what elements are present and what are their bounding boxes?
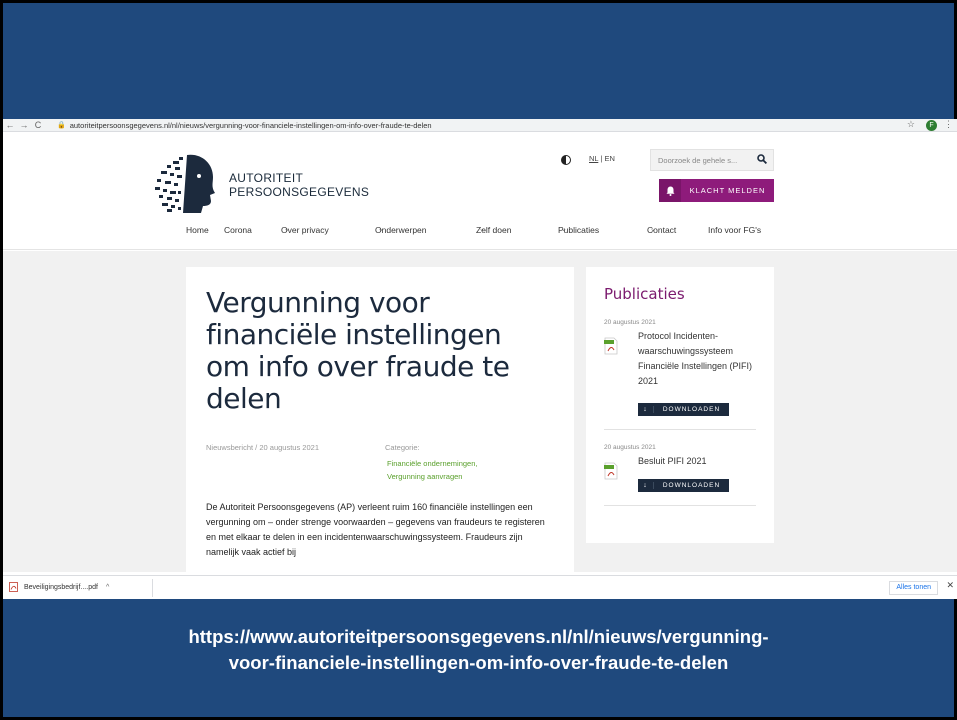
download-label: DOWNLOADEN	[662, 406, 721, 413]
caption-line-2: voor-financiele-instellingen-om-info-ove…	[228, 652, 729, 673]
publication-title[interactable]: Besluit PIFI 2021	[638, 454, 758, 469]
divider	[604, 429, 756, 430]
browser-menu-icon[interactable]: ⋮	[944, 119, 953, 130]
lock-icon[interactable]: 🔒	[57, 121, 66, 129]
category-link[interactable]: Financiële ondernemingen,	[387, 457, 477, 470]
logo-line-2: PERSOONSGEGEVENS	[229, 185, 370, 199]
bookmark-star-icon[interactable]: ☆	[907, 119, 915, 130]
url-caption: https://www.autoriteitpersoonsgegevens.n…	[110, 624, 847, 676]
pdf-icon	[604, 462, 618, 480]
lang-nl-link[interactable]: NL	[589, 154, 598, 163]
search-placeholder: Doorzoek de gehele s...	[658, 156, 738, 165]
chevron-down-icon: ⌄	[561, 226, 567, 233]
address-bar[interactable]: autoriteitpersoonsgegevens.nl/nl/nieuws/…	[70, 121, 432, 130]
nav-item-info-voor-fg[interactable]: Info voor FG's	[708, 225, 761, 235]
caption-line-1: https://www.autoriteitpersoonsgegevens.n…	[188, 626, 769, 647]
forward-icon[interactable]: →	[17, 120, 31, 130]
search-input[interactable]: Doorzoek de gehele s...	[650, 149, 774, 171]
pdf-file-icon	[9, 582, 18, 592]
close-icon[interactable]: ✕	[946, 580, 954, 591]
contrast-toggle-icon[interactable]	[561, 155, 571, 165]
bell-icon	[659, 179, 681, 202]
publication-date: 20 augustus 2021	[604, 444, 656, 451]
logo-face-icon[interactable]	[153, 151, 223, 215]
browser-window: ← → C 🔒 autoriteitpersoonsgegevens.nl/nl…	[3, 119, 957, 599]
publication-item: 20 augustus 2021 Protocol Incidenten-waa…	[604, 319, 756, 430]
article-title: Vergunning voor financiële instellingen …	[206, 286, 510, 415]
article-card: Vergunning voor financiële instellingen …	[186, 267, 574, 572]
report-button-label: KLACHT MELDEN	[689, 186, 766, 195]
nav-item-home[interactable]: Home	[186, 225, 209, 235]
download-button[interactable]: ↓ DOWNLOADEN	[638, 403, 729, 416]
downloaded-file-name: Beveiligingsbedrijf....pdf	[24, 583, 98, 591]
chevron-down-icon: ⌄	[378, 226, 384, 233]
logo-text[interactable]: AUTORITEIT PERSOONSGEGEVENS	[229, 171, 369, 199]
chevron-down-icon: ⌄	[284, 226, 290, 233]
report-complaint-button[interactable]: KLACHT MELDEN	[659, 179, 774, 202]
category-label: Categorie:	[385, 443, 420, 452]
download-arrow-icon: ↓	[638, 406, 654, 413]
search-icon[interactable]	[757, 154, 767, 164]
publication-item: 20 augustus 2021 Besluit PIFI 2021 ↓ DOW…	[604, 444, 756, 506]
language-switch: NL | EN	[589, 154, 615, 163]
article-body: De Autoriteit Persoonsgegevens (AP) verl…	[206, 502, 545, 557]
nav-item-corona[interactable]: Corona	[224, 225, 252, 235]
downloads-bar: Beveiligingsbedrijf....pdf ^ Alles tonen…	[3, 575, 957, 599]
logo-line-1: AUTORITEIT	[229, 171, 304, 185]
chevron-down-icon: ⌄	[650, 226, 656, 233]
publication-title[interactable]: Protocol Incidenten-waarschuwingssysteem…	[638, 329, 758, 389]
back-icon[interactable]: ←	[3, 120, 17, 130]
download-arrow-icon: ↓	[638, 482, 654, 489]
download-label: DOWNLOADEN	[662, 482, 721, 489]
divider	[152, 579, 153, 597]
article-meta: Nieuwsbericht / 20 augustus 2021	[206, 443, 319, 452]
chevron-up-icon[interactable]: ^	[106, 584, 109, 591]
main-navigation: Home Corona Over privacy ⌄ Onderwerpen ⌄ Z…	[3, 225, 957, 239]
site-header: AUTORITEIT PERSOONSGEGEVENS NL | EN Door…	[3, 133, 957, 250]
download-button[interactable]: ↓ DOWNLOADEN	[638, 479, 729, 492]
category-link[interactable]: Vergunning aanvragen	[387, 470, 477, 483]
lang-separator: |	[600, 154, 603, 163]
chevron-down-icon: ⌄	[479, 226, 485, 233]
pdf-icon	[604, 337, 618, 355]
browser-toolbar: ← → C 🔒 autoriteitpersoonsgegevens.nl/nl…	[3, 119, 957, 132]
sidebar-title: Publicaties	[604, 285, 685, 303]
show-all-button[interactable]: Alles tonen	[889, 581, 938, 595]
lang-en-link[interactable]: EN	[604, 154, 614, 163]
downloaded-file[interactable]: Beveiligingsbedrijf....pdf ^	[9, 582, 109, 592]
profile-avatar[interactable]: F	[926, 120, 937, 131]
reload-icon[interactable]: C	[31, 120, 45, 130]
publication-date: 20 augustus 2021	[604, 319, 656, 326]
category-links: Financiële ondernemingen, Vergunning aan…	[387, 457, 477, 483]
divider	[604, 505, 756, 506]
publications-sidebar: Publicaties 20 augustus 2021 Protocol In…	[586, 267, 774, 543]
